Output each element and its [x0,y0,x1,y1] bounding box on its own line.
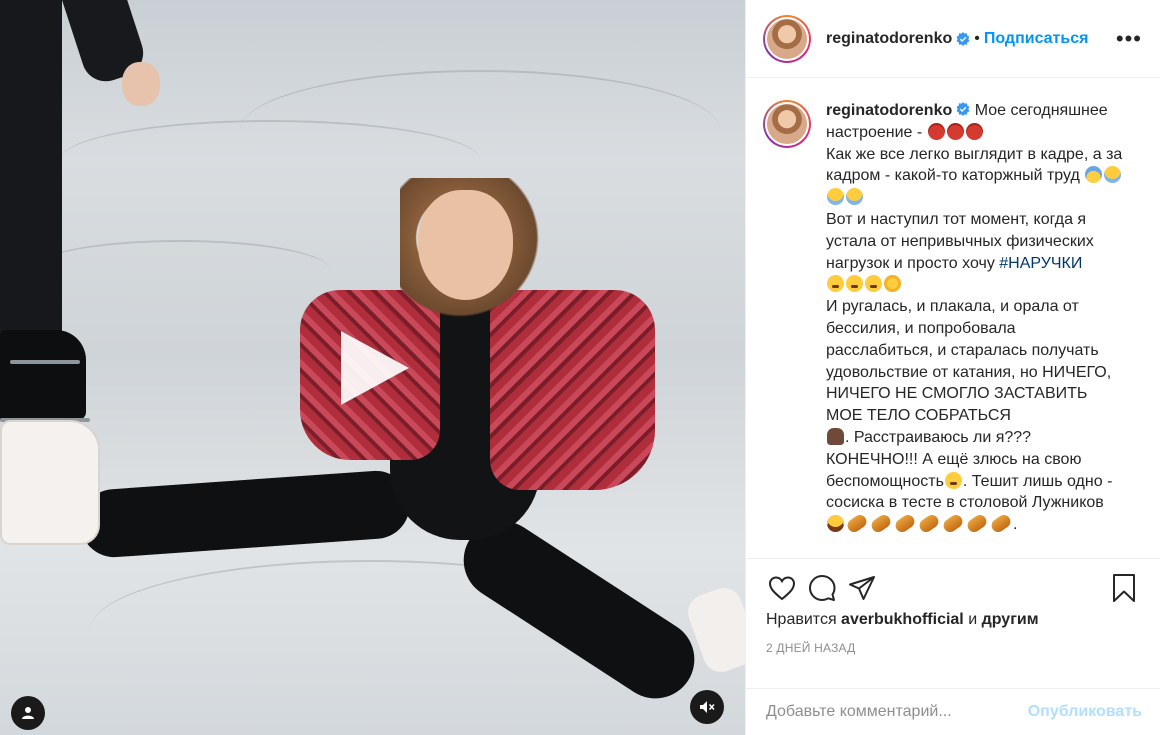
paper-plane-icon [849,576,875,600]
likes-prefix: Нравится [766,611,842,628]
crying-face-icon [1104,166,1122,184]
sausage-icon [941,512,965,535]
caption-line: И ругалась, и плакала, и орала от бессил… [826,298,1112,425]
bookmark-icon [1113,574,1135,602]
sausage-icon [965,512,989,535]
sausage-icon [989,512,1013,535]
instagram-post: reginatodorenko • Подписаться ••• regina… [0,0,1160,735]
likes-summary: Нравится averbukhofficial и другим [766,611,1144,629]
woman-head [418,190,513,300]
verified-badge-icon [956,102,970,116]
fearful-face-icon [1085,166,1103,184]
caption-section: reginatodorenko Мое сегодняшнее настроен… [746,78,1160,558]
sausage-icon [869,512,893,535]
avatar-image [765,16,809,61]
tired-face-icon [846,275,863,293]
comment-button[interactable] [802,568,842,608]
save-button[interactable] [1104,568,1144,608]
user-icon [22,707,34,719]
post-actions: Нравится averbukhofficial и другим 2 дне… [746,558,1160,655]
hashtag-link[interactable]: #НАРУЧКИ [999,255,1082,272]
mute-button[interactable] [690,690,724,724]
sausage-icon [893,512,917,535]
post-date[interactable]: 2 дней назад [766,641,1144,655]
speaker-muted-icon [700,701,715,713]
ice-scratch [240,70,720,190]
caption-text: reginatodorenko Мое сегодняшнее настроен… [826,100,1126,558]
avatar-image [765,102,809,146]
skater-boot [0,330,86,420]
laughing-face-icon [827,515,844,533]
avatar[interactable] [763,100,811,148]
publish-button[interactable]: Опубликовать [1028,703,1142,721]
woman-left-leg [78,468,412,560]
heart-icon [768,576,796,601]
comment-form: Опубликовать [746,688,1160,735]
comment-input[interactable] [766,703,1028,721]
follow-button[interactable]: Подписаться [984,30,1089,48]
woozy-face-icon [884,275,901,293]
liked-by-user[interactable]: averbukhofficial [841,611,964,628]
play-button[interactable] [331,327,413,409]
person-shrugging-icon [827,427,844,445]
sausage-icon [845,512,869,535]
sausage-icon [917,512,941,535]
angry-face-icon [927,122,945,140]
post-header: reginatodorenko • Подписаться ••• [746,0,1160,78]
crying-face-icon [827,188,844,206]
verified-badge-icon [956,31,970,46]
post-video[interactable] [0,0,745,735]
caption-username[interactable]: reginatodorenko [826,102,952,119]
angry-face-icon [965,122,983,140]
comment-icon [809,575,836,601]
caption-line: Как же все легко выглядит в кадре, а за … [826,145,1123,185]
separator-dot: • [974,29,980,47]
skate-blade [10,360,80,364]
more-options-button[interactable]: ••• [1116,27,1142,50]
likes-others[interactable]: другим [982,611,1039,628]
tired-face-icon [865,275,882,293]
crying-face-icon [846,188,863,206]
ice-scratch [30,240,330,300]
skater-hand [122,62,160,106]
white-skate [0,420,100,545]
caption-end: . [1013,516,1018,534]
like-button[interactable] [762,568,802,608]
avatar[interactable] [763,14,811,63]
tired-face-icon [827,275,844,293]
likes-suffix: и [963,611,982,628]
weary-face-icon [944,471,962,489]
post-sidebar: reginatodorenko • Подписаться ••• regina… [745,0,1160,735]
play-icon [340,330,411,406]
tagged-users-button[interactable] [11,696,45,730]
share-button[interactable] [842,568,882,608]
angry-face-icon [946,122,964,140]
header-username[interactable]: reginatodorenko [826,30,952,48]
action-icons-row [762,559,1144,617]
